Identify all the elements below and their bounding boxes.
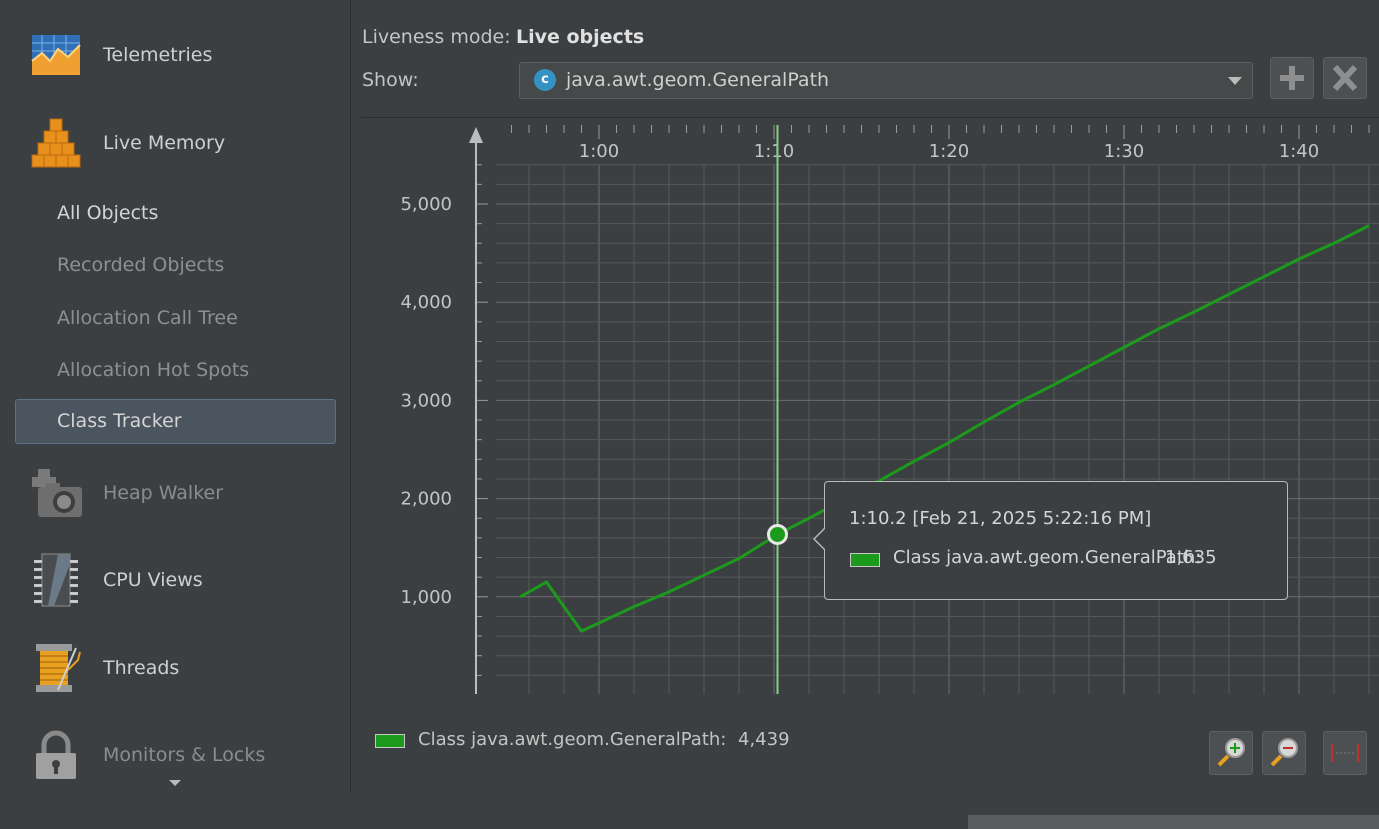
sidebar-item-label: Heap Walker [103,482,223,504]
telemetries-icon [28,27,84,83]
sidebar-subitem-label: Class Tracker [57,400,182,443]
y-tick-label: 1,000 [400,587,452,608]
cpu-views-icon [28,552,84,608]
class-icon: c [534,69,556,91]
sidebar-item-label: Live Memory [103,132,225,154]
x-tick-label: 1:20 [929,141,969,162]
y-tick-label: 5,000 [400,194,452,215]
x-tick-label: 1:10 [754,141,794,162]
y-tick-label: 3,000 [400,390,452,411]
live-memory-icon [28,115,84,171]
sidebar-subitem-class-tracker[interactable]: Class Tracker [15,399,336,444]
zoom-in-button[interactable] [1209,731,1253,775]
remove-class-button[interactable] [1323,57,1367,99]
sidebar-subitem-label: Allocation Hot Spots [57,359,249,381]
tooltip-time: 1:10.2 [Feb 21, 2025 5:22:16 PM] [849,508,1151,529]
heap-walker-icon [28,465,84,521]
add-class-button[interactable] [1270,57,1314,99]
monitors-locks-icon [28,727,84,783]
show-class-value: java.awt.geom.GeneralPath [566,63,829,98]
sidebar-item-heap-walker[interactable]: Heap Walker [0,458,350,528]
sidebar-subitem-all-objects[interactable]: All Objects [57,193,158,233]
scroll-down-icon[interactable] [169,780,181,786]
y-tick-label: 2,000 [400,489,452,510]
chart-canvas: 1:00 1:10 1:20 1:30 1:40 1,000 2,000 3,000 4,000… [361,117,1379,712]
sidebar-item-threads[interactable]: Threads [0,633,350,703]
chart-tooltip: 1:10.2 [Feb 21, 2025 5:22:16 PM] Class j… [824,481,1288,600]
x-tick-label: 1:40 [1279,141,1319,162]
sidebar-item-label: Monitors & Locks [103,744,265,766]
legend-label: Class java.awt.geom.GeneralPath: [418,729,726,750]
liveness-mode-label: Liveness mode: [362,26,511,48]
sidebar-subitem-allocation-hot-spots[interactable]: Allocation Hot Spots [57,350,249,390]
sidebar: Telemetries Live Memory All Objects Reco… [0,0,351,793]
sidebar-subitem-recorded-objects[interactable]: Recorded Objects [57,245,224,285]
sidebar-item-live-memory[interactable]: Live Memory [0,108,350,178]
legend-value: 4,439 [738,729,790,750]
zoom-out-button[interactable] [1262,731,1306,775]
sidebar-item-label: Threads [103,657,179,679]
liveness-mode-value[interactable]: Live objects [516,26,644,48]
zoom-out-icon [1263,732,1305,774]
class-tracker-chart[interactable]: 1:00 1:10 1:20 1:30 1:40 1,000 2,000 3,000 4,000… [361,117,1379,712]
threads-icon [28,640,84,696]
y-tick-label: 4,000 [400,292,452,313]
sidebar-item-label: CPU Views [103,569,203,591]
x-tick-label: 1:30 [1104,141,1144,162]
chart-scrollbar-thumb[interactable] [968,815,1379,829]
tooltip-value: 1,635 [1165,547,1217,568]
cursor-point [769,525,787,543]
chevron-down-icon [1228,77,1242,85]
sidebar-subitem-label: All Objects [57,202,158,224]
sidebar-subitem-label: Allocation Call Tree [57,307,238,329]
fit-width-icon [1324,732,1366,774]
sidebar-item-label: Telemetries [103,44,212,66]
sidebar-subitem-label: Recorded Objects [57,254,224,276]
fit-width-button[interactable] [1323,731,1367,775]
x-tick-label: 1:00 [579,141,619,162]
zoom-in-icon [1210,732,1252,774]
close-icon [1324,58,1366,98]
class-tracker-view: Liveness mode: Live objects Show: c java… [351,0,1379,793]
show-label: Show: [362,69,419,91]
tooltip-series-swatch [850,553,880,567]
tooltip-series-label: Class java.awt.geom.GeneralPath: [893,547,1201,568]
tooltip-pointer-fill [815,528,826,550]
sidebar-subitem-allocation-call-tree[interactable]: Allocation Call Tree [57,298,238,338]
sidebar-item-cpu-views[interactable]: CPU Views [0,545,350,615]
plus-icon [1271,58,1313,98]
legend-swatch [375,734,405,748]
show-class-dropdown[interactable]: c java.awt.geom.GeneralPath [519,62,1253,99]
sidebar-item-telemetries[interactable]: Telemetries [0,20,350,90]
